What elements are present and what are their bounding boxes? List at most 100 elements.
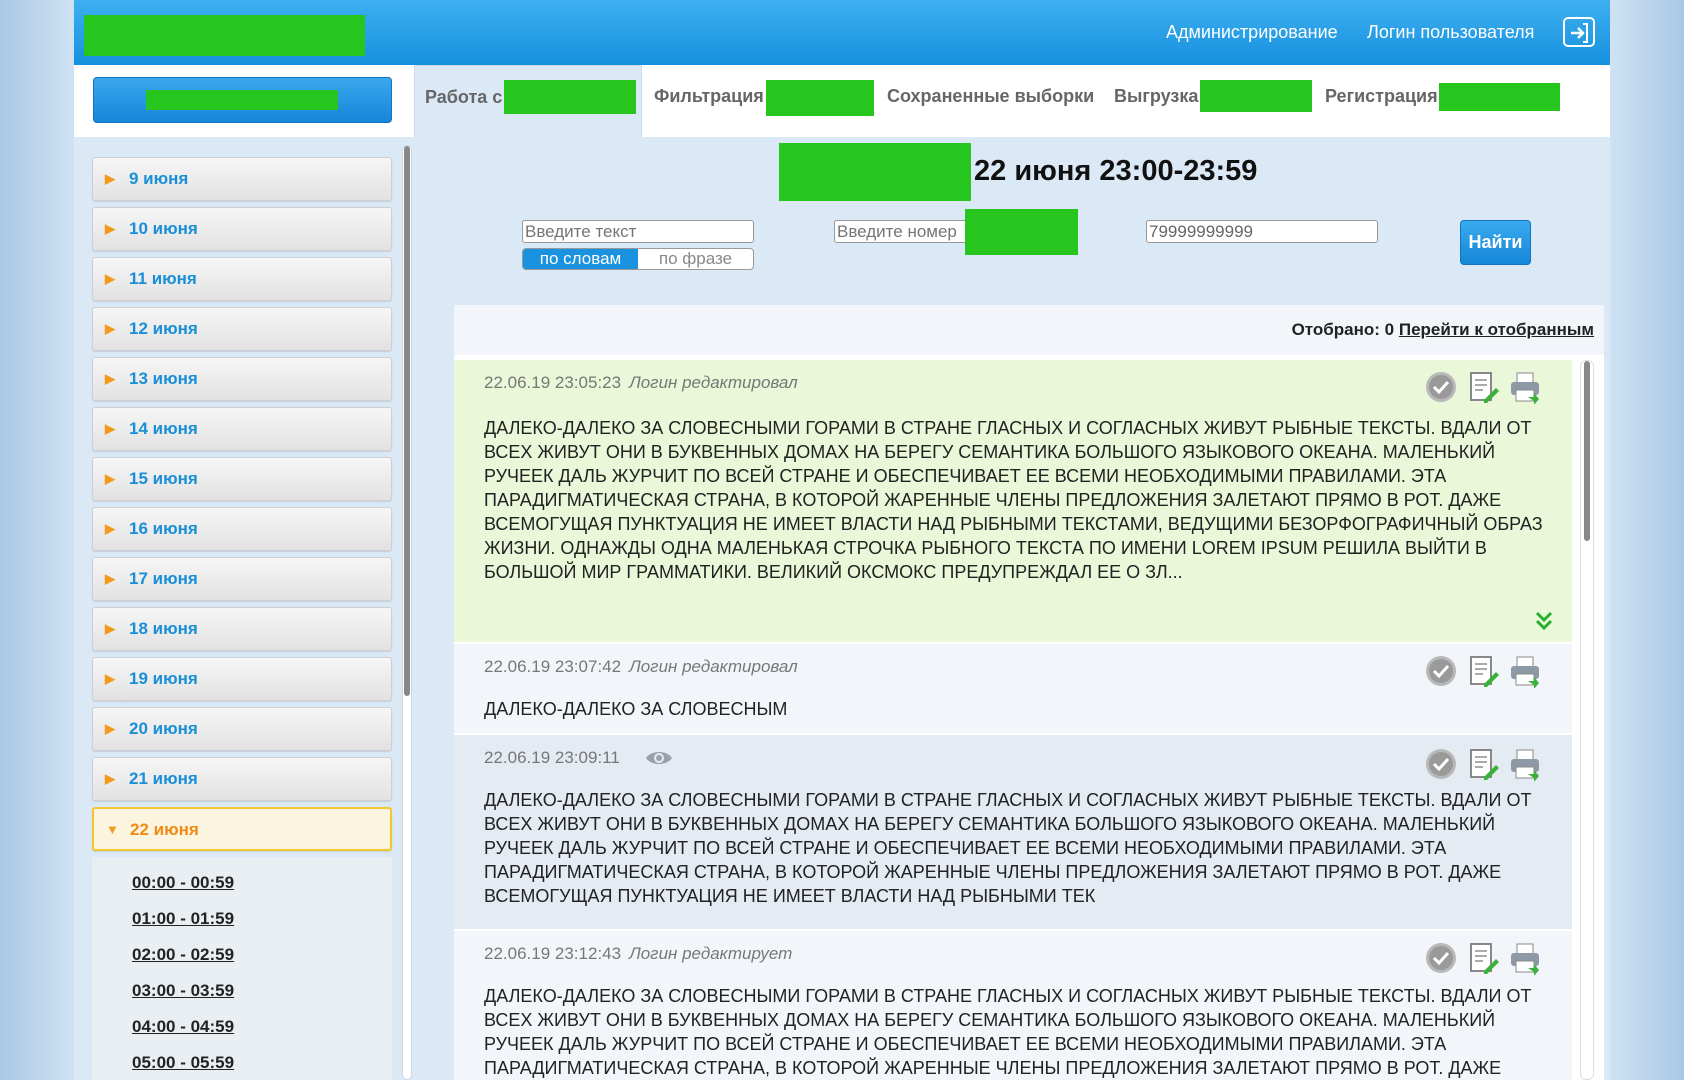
edit-note-icon[interactable]: [1466, 370, 1500, 404]
print-icon[interactable]: [1508, 747, 1542, 781]
sidebar-scrollbar[interactable]: [402, 145, 412, 1080]
day-item[interactable]: ▶ 14 июня: [92, 407, 392, 451]
day-item[interactable]: ▶ 21 июня: [92, 757, 392, 801]
tab-registration[interactable]: Регистрация: [1325, 65, 1438, 137]
tab-label: Фильтрация: [654, 86, 764, 106]
day-label: 16 июня: [129, 519, 198, 538]
message-actions: [1424, 654, 1542, 688]
redacted-label: [146, 90, 338, 110]
edit-note-icon[interactable]: [1466, 941, 1500, 975]
triangle-right-icon: ▶: [105, 171, 115, 186]
day-item[interactable]: ▶ 12 июня: [92, 307, 392, 351]
redacted-block: [779, 143, 971, 201]
main-content: Работа с Фильтрация Сохраненные выборки …: [414, 65, 1610, 1080]
results-scrollbar[interactable]: [1580, 360, 1594, 1080]
mode-words[interactable]: по словам: [523, 249, 638, 269]
hour-link[interactable]: 03:00 - 03:59: [92, 973, 392, 1009]
check-icon[interactable]: [1424, 941, 1458, 975]
hour-link[interactable]: 02:00 - 02:59: [92, 937, 392, 973]
print-icon[interactable]: [1508, 941, 1542, 975]
day-label: 21 июня: [129, 769, 198, 788]
triangle-right-icon: ▶: [105, 521, 115, 536]
message-item: 22.06.19 23:09:11 ДАЛЕКО-ДАЛЕКО ЗА СЛОВЕ…: [454, 735, 1572, 930]
tab-saved[interactable]: Сохраненные выборки: [887, 65, 1094, 137]
day-item[interactable]: ▶ 11 июня: [92, 257, 392, 301]
sidebar-main-button[interactable]: [93, 77, 392, 123]
day-item[interactable]: ▶ 18 июня: [92, 607, 392, 651]
left-sidebar: ▶ 9 июня ▶ 10 июня ▶ 11 июня ▶ 12 июня ▶ 13 и…: [74, 65, 414, 1080]
triangle-right-icon: ▶: [105, 721, 115, 736]
user-login-link[interactable]: Логин пользователя: [1367, 22, 1534, 43]
triangle-right-icon: ▶: [105, 271, 115, 286]
phone-input[interactable]: [1146, 220, 1378, 243]
tab-label: Выгрузка: [1114, 86, 1199, 106]
message-time: 22.06.19 23:05:23: [484, 373, 622, 392]
triangle-right-icon: ▶: [105, 221, 115, 236]
selection-count: 0: [1384, 320, 1395, 339]
triangle-right-icon: ▶: [105, 371, 115, 386]
admin-link[interactable]: Администрирование: [1166, 22, 1338, 43]
day-label: 10 июня: [129, 219, 198, 238]
redacted-block: [965, 209, 1078, 255]
day-item[interactable]: ▶ 19 июня: [92, 657, 392, 701]
print-icon[interactable]: [1508, 654, 1542, 688]
day-item[interactable]: ▶ 17 июня: [92, 557, 392, 601]
hour-link[interactable]: 00:00 - 00:59: [92, 865, 392, 901]
find-button[interactable]: Найти: [1460, 220, 1531, 265]
hour-link[interactable]: 01:00 - 01:59: [92, 901, 392, 937]
logo-redacted: [84, 15, 365, 56]
day-item[interactable]: ▶ 20 июня: [92, 707, 392, 751]
search-mode-toggle[interactable]: по словам по фразе: [522, 248, 754, 270]
redacted-block: [766, 80, 874, 116]
day-item[interactable]: ▶ 9 июня: [92, 157, 392, 201]
check-icon[interactable]: [1424, 654, 1458, 688]
day-label: 11 июня: [129, 269, 197, 288]
search-number-input[interactable]: [834, 220, 984, 243]
selection-info: Отобрано: 0 Перейти к отобранным: [1292, 320, 1594, 340]
scrollbar-thumb[interactable]: [404, 146, 410, 696]
hour-link[interactable]: 05:00 - 05:59: [92, 1045, 392, 1080]
tab-export[interactable]: Выгрузка: [1114, 65, 1198, 137]
message-status: Логин редактировал: [629, 373, 798, 392]
day-item[interactable]: ▶ 15 июня: [92, 457, 392, 501]
day-item[interactable]: ▶ 16 июня: [92, 507, 392, 551]
hour-link[interactable]: 04:00 - 04:59: [92, 1009, 392, 1045]
search-text-input[interactable]: [522, 220, 754, 243]
logout-icon[interactable]: [1563, 17, 1595, 47]
triangle-right-icon: ▶: [105, 421, 115, 436]
eye-icon: [646, 752, 672, 764]
tab-bar: Работа с Фильтрация Сохраненные выборки …: [414, 65, 1610, 137]
redacted-block: [1439, 83, 1560, 111]
message-status: Логин редактировал: [629, 657, 798, 676]
sidebar-header: [74, 65, 414, 137]
double-chevron-down-icon[interactable]: [1534, 610, 1554, 632]
day-item[interactable]: ▶ 13 июня: [92, 357, 392, 401]
message-text: ДАЛЕКО-ДАЛЕКО ЗА СЛОВЕСНЫМИ ГОРАМИ В СТР…: [484, 986, 1532, 1078]
message-text: ДАЛЕКО-ДАЛЕКО ЗА СЛОВЕСНЫМИ ГОРАМИ В СТР…: [484, 790, 1532, 906]
check-icon[interactable]: [1424, 370, 1458, 404]
print-icon[interactable]: [1508, 370, 1542, 404]
message-item: 22.06.19 23:07:42 Логин редактировал ДАЛЕ…: [454, 644, 1572, 734]
triangle-right-icon: ▶: [105, 621, 115, 636]
edit-note-icon[interactable]: [1466, 747, 1500, 781]
day-list: ▶ 9 июня ▶ 10 июня ▶ 11 июня ▶ 12 июня ▶ 13 и…: [92, 157, 392, 1080]
results-panel: Отобрано: 0 Перейти к отобранным 22.06.1…: [454, 305, 1604, 1080]
scrollbar-thumb[interactable]: [1584, 361, 1590, 541]
message-header: 22.06.19 23:09:11: [484, 748, 672, 768]
day-label: 14 июня: [129, 419, 198, 438]
goto-selected-link[interactable]: Перейти к отобранным: [1399, 320, 1594, 339]
day-item-active[interactable]: ▼ 22 июня: [92, 807, 392, 851]
check-icon[interactable]: [1424, 747, 1458, 781]
triangle-right-icon: ▶: [105, 571, 115, 586]
tab-filter[interactable]: Фильтрация: [654, 65, 764, 137]
edit-note-icon[interactable]: [1466, 654, 1500, 688]
message-time: 22.06.19 23:07:42: [484, 657, 622, 676]
day-item[interactable]: ▶ 10 июня: [92, 207, 392, 251]
message-header: 22.06.19 23:05:23 Логин редактировал: [484, 373, 798, 393]
message-header: 22.06.19 23:07:42 Логин редактировал: [484, 657, 798, 677]
mode-phrase[interactable]: по фразе: [638, 249, 753, 269]
message-actions: [1424, 370, 1542, 404]
selection-bar: Отобрано: 0 Перейти к отобранным: [454, 305, 1604, 355]
tab-label: Регистрация: [1325, 86, 1438, 106]
triangle-down-icon: ▼: [106, 822, 119, 837]
